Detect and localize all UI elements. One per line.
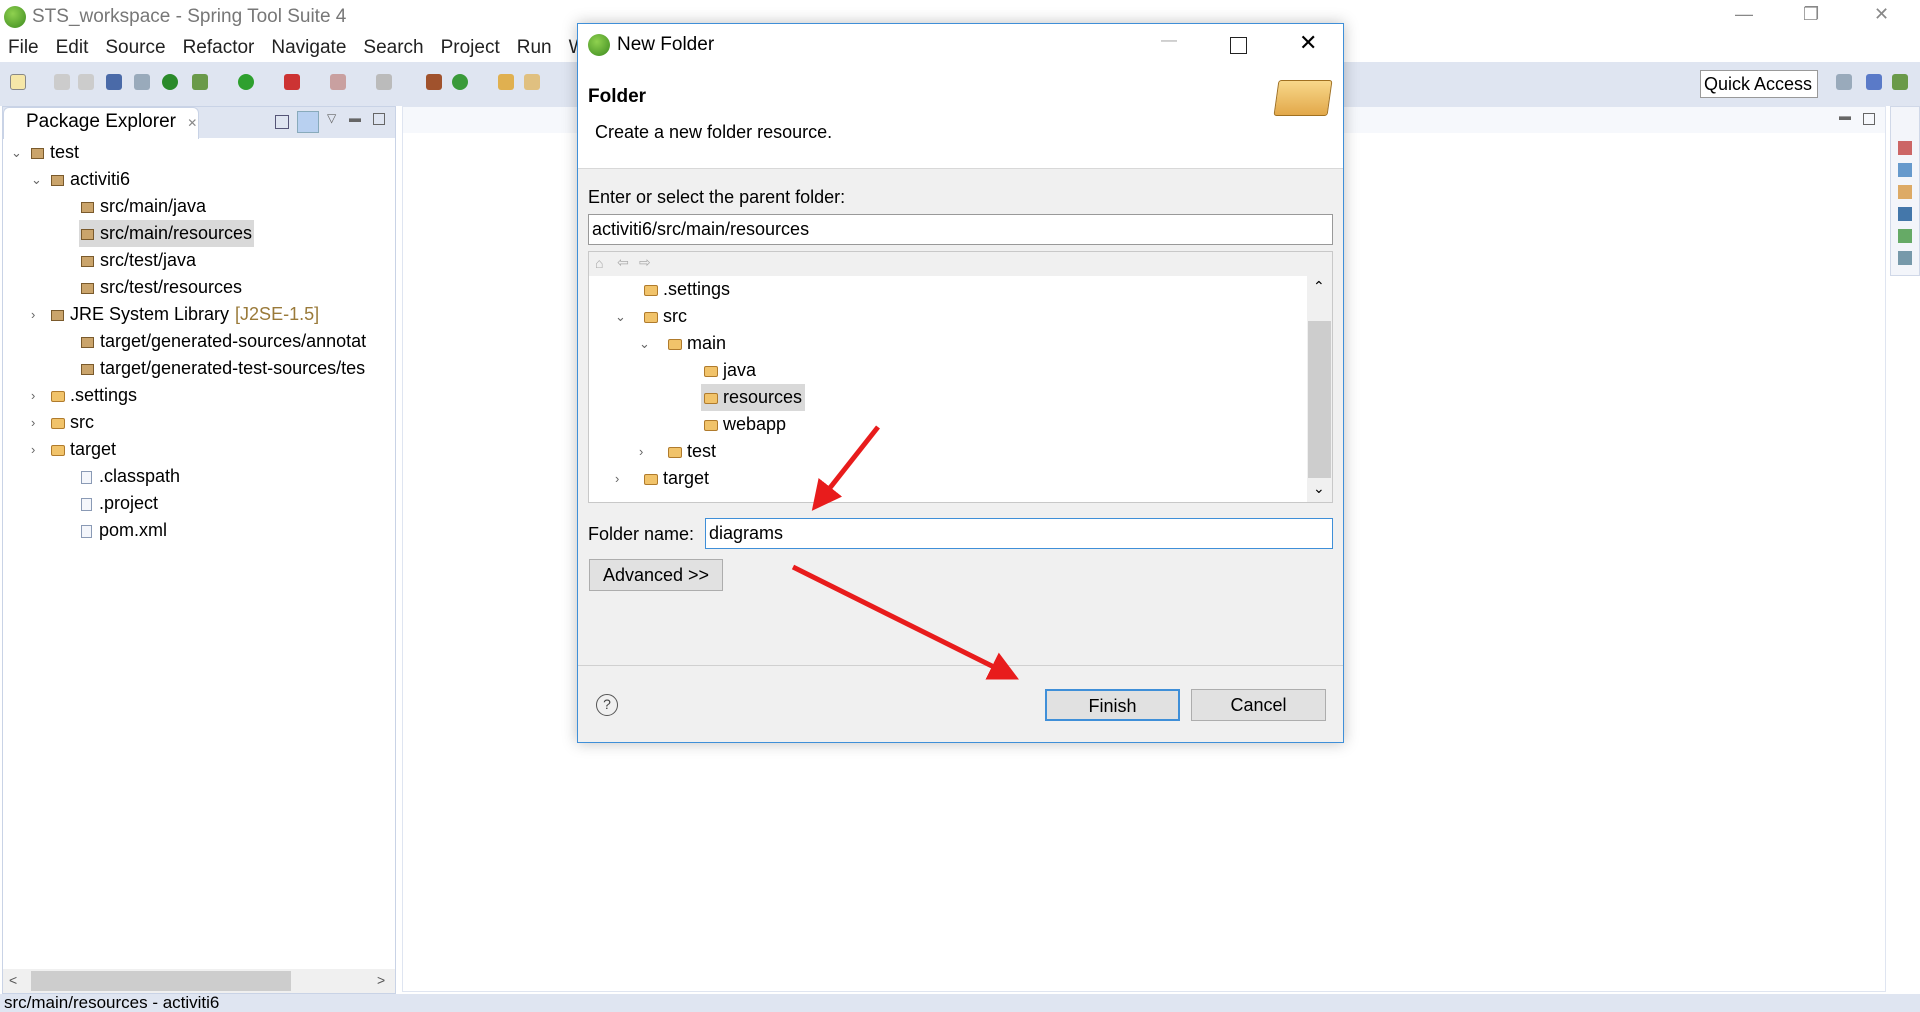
annotation-arrow-folder-name [811,425,880,511]
annotation-arrow-finish [791,564,1019,680]
annotation-overlay [791,425,1019,680]
